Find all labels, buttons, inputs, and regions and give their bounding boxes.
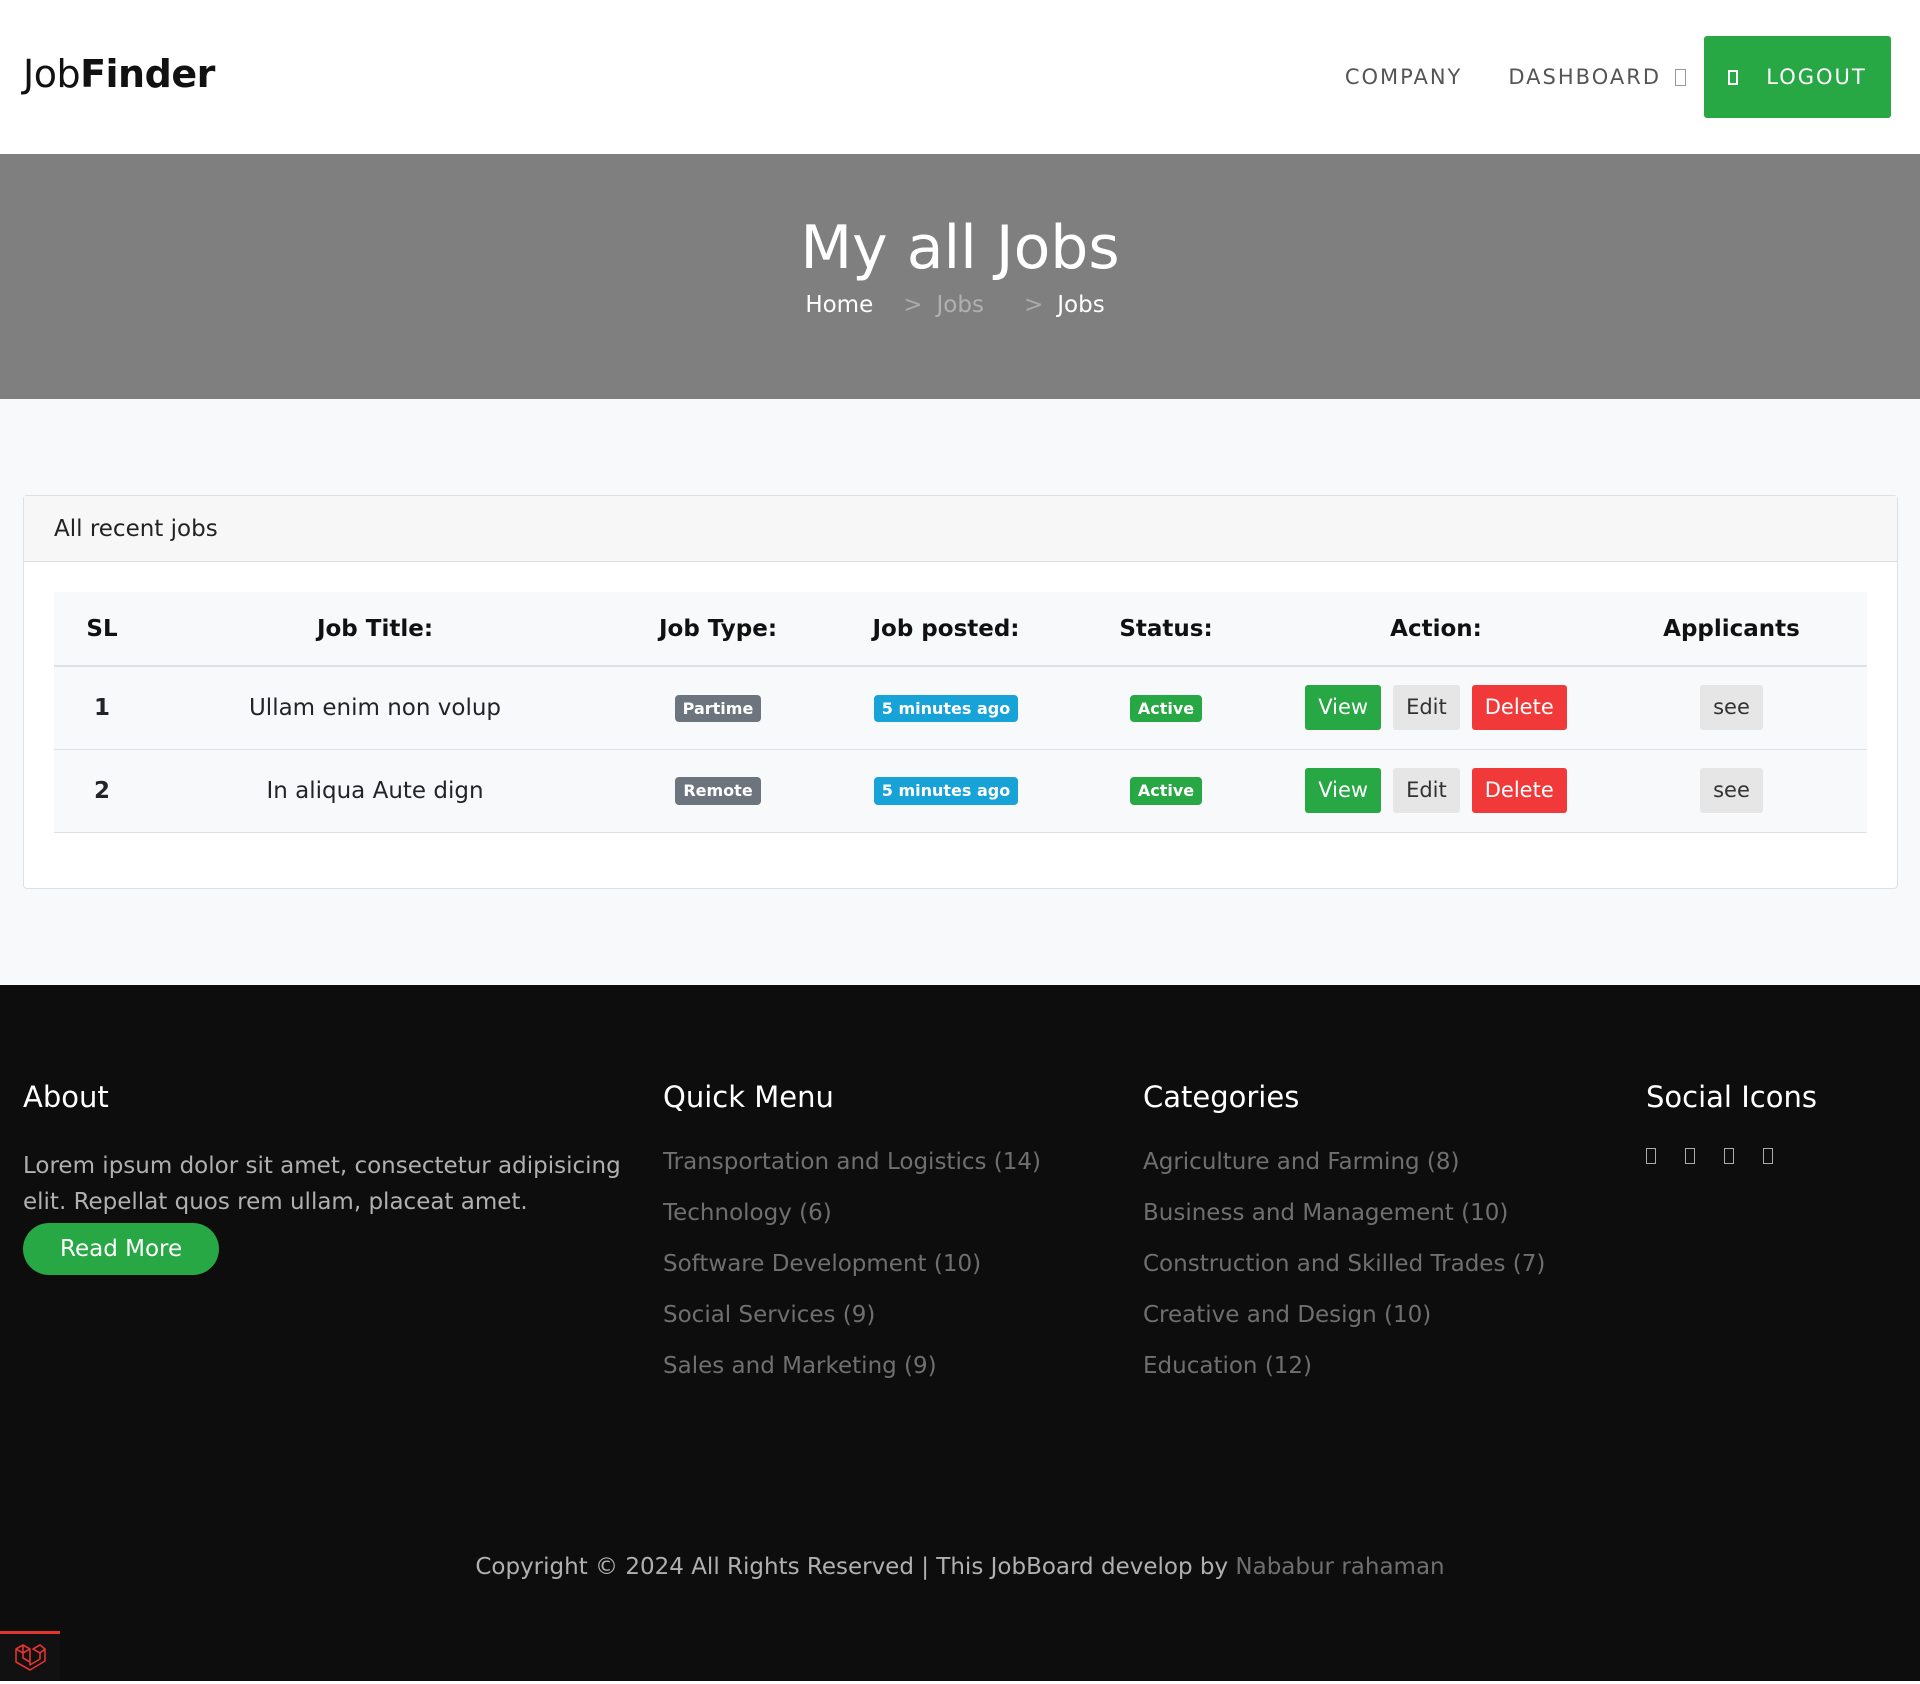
see-applicants-button[interactable]: see [1700, 685, 1763, 731]
col-header-sl: SL [86, 615, 118, 642]
row-posted-cell: 5 minutes ago [836, 666, 1056, 749]
row-job-title: Ullam enim non volup [248, 694, 502, 721]
delete-button[interactable]: Delete [1471, 767, 1567, 814]
nav-company-link[interactable]: COMPANY [1345, 65, 1463, 89]
row-job-title: In aliqua Aute dign [266, 777, 484, 804]
col-header-action: Action: [1390, 615, 1482, 642]
quick-menu-list: Transportation and Logistics (14) Techno… [663, 1148, 1041, 1381]
col-header-status: Status: [1119, 615, 1213, 642]
category-item[interactable]: Business and Management (10) [1143, 1199, 1545, 1228]
posted-time-badge: 5 minutes ago [873, 694, 1019, 722]
row-action-cell: View Edit Delete [1276, 749, 1596, 832]
quick-menu-item[interactable]: Sales and Marketing (9) [663, 1352, 1041, 1381]
breadcrumb-jobs-wrap: > Jobs [893, 292, 994, 318]
nav-dashboard-label: DASHBOARD [1508, 65, 1661, 89]
read-more-button[interactable]: Read More [23, 1223, 220, 1275]
laravel-icon [15, 1644, 46, 1671]
row-status-cell: Active [1056, 666, 1276, 749]
jobs-card: All recent jobs SL Job Title: Job Type: … [23, 495, 1898, 889]
category-item[interactable]: Creative and Design (10) [1143, 1301, 1545, 1330]
row-applicants-cell: see [1596, 666, 1867, 749]
table-row: 1 Ullam enim non volup Partime 5 minutes… [54, 666, 1867, 749]
category-item[interactable]: Construction and Skilled Trades (7) [1143, 1250, 1545, 1279]
row-sl: 2 [93, 777, 110, 804]
footer-social: Social Icons [1646, 1080, 1817, 1164]
social-icon[interactable] [1685, 1148, 1695, 1164]
page-hero: My all Jobs Home > Jobs > Jobs [0, 154, 1920, 399]
footer-about-text: Lorem ipsum dolor sit amet, consectetur … [23, 1153, 621, 1215]
author-link[interactable]: Nababur rahaman [1235, 1554, 1444, 1580]
view-button[interactable]: View [1305, 685, 1382, 731]
edit-button[interactable]: Edit [1393, 767, 1460, 814]
row-action-cell: View Edit Delete [1276, 666, 1596, 749]
top-navbar: JobFinder COMPANY DASHBOARD LOGOUT [0, 0, 1920, 154]
table-row: 2 In aliqua Aute dign Remote 5 minutes a… [54, 749, 1867, 832]
main-nav: COMPANY DASHBOARD LOGOUT [1345, 36, 1891, 118]
col-header-title: Job Title: [316, 615, 434, 642]
job-type-badge: Partime [674, 694, 762, 722]
breadcrumb-current: Jobs [1057, 292, 1105, 318]
quick-menu-item[interactable]: Software Development (10) [663, 1250, 1041, 1279]
row-posted-cell: 5 minutes ago [836, 749, 1056, 832]
footer-quick-menu-heading: Quick Menu [663, 1080, 834, 1114]
brand-bold: Finder [80, 52, 215, 96]
debug-toolbar-toggle[interactable] [0, 1631, 60, 1684]
site-footer: About Lorem ipsum dolor sit amet, consec… [0, 985, 1920, 1684]
row-applicants-cell: see [1596, 749, 1867, 832]
col-header-type: Job Type: [658, 615, 778, 642]
breadcrumb-jobs[interactable]: Jobs [937, 292, 984, 318]
footer-social-heading: Social Icons [1646, 1080, 1817, 1114]
breadcrumb-home[interactable]: Home [805, 292, 873, 318]
copyright: Copyright © 2024 All Rights Reserved | T… [0, 1554, 1920, 1580]
col-header-posted: Job posted: [872, 615, 1020, 642]
delete-button[interactable]: Delete [1471, 685, 1567, 731]
footer-categories: Categories Agriculture and Farming (8) B… [1143, 1080, 1545, 1403]
page-title: My all Jobs [800, 213, 1120, 283]
quick-menu-item[interactable]: Social Services (9) [663, 1301, 1041, 1330]
category-item[interactable]: Agriculture and Farming (8) [1143, 1148, 1545, 1177]
category-item[interactable]: Education (12) [1143, 1352, 1545, 1381]
see-applicants-button[interactable]: see [1700, 767, 1763, 814]
status-badge: Active [1129, 694, 1203, 722]
social-icon[interactable] [1646, 1148, 1656, 1164]
dropdown-icon [1675, 68, 1686, 86]
jobs-table: SL Job Title: Job Type: Job posted: Stat… [54, 592, 1867, 833]
quick-menu-item[interactable]: Transportation and Logistics (14) [663, 1148, 1041, 1177]
quick-menu-item[interactable]: Technology (6) [663, 1199, 1041, 1228]
posted-time-badge: 5 minutes ago [873, 777, 1019, 805]
status-badge: Active [1129, 777, 1203, 805]
edit-button[interactable]: Edit [1393, 685, 1460, 731]
footer-quick-menu: Quick Menu Transportation and Logistics … [663, 1080, 1041, 1403]
brand-logo[interactable]: JobFinder [23, 52, 215, 96]
footer-categories-heading: Categories [1143, 1080, 1300, 1114]
social-icon[interactable] [1724, 1148, 1734, 1164]
job-type-badge: Remote [675, 777, 761, 805]
row-status-cell: Active [1056, 749, 1276, 832]
logout-button[interactable]: LOGOUT [1704, 36, 1891, 118]
brand-light: Job [23, 52, 81, 96]
view-button[interactable]: View [1305, 767, 1382, 814]
breadcrumb: Home > Jobs > Jobs [0, 292, 1920, 318]
logout-label: LOGOUT [1766, 65, 1867, 89]
row-type-cell: Remote [600, 749, 836, 832]
col-header-applicants: Applicants [1663, 615, 1800, 642]
breadcrumb-separator: > [1023, 292, 1044, 318]
row-sl: 1 [93, 694, 110, 721]
row-type-cell: Partime [600, 666, 836, 749]
nav-company-label: COMPANY [1344, 65, 1463, 89]
footer-about-heading: About [23, 1080, 109, 1114]
footer-about: About Lorem ipsum dolor sit amet, consec… [23, 1080, 633, 1275]
copyright-text: Copyright © 2024 All Rights Reserved | T… [475, 1554, 1229, 1580]
card-header: All recent jobs [24, 496, 1897, 562]
nav-dashboard-link[interactable]: DASHBOARD [1508, 65, 1686, 89]
breadcrumb-separator: > [903, 292, 923, 318]
categories-list: Agriculture and Farming (8) Business and… [1143, 1148, 1545, 1381]
logout-icon [1728, 69, 1739, 85]
social-icons [1646, 1148, 1817, 1164]
social-icon[interactable] [1763, 1148, 1773, 1164]
breadcrumb-current-wrap: > Jobs [1014, 292, 1115, 318]
table-header-row: SL Job Title: Job Type: Job posted: Stat… [54, 592, 1867, 666]
card-title: All recent jobs [54, 515, 218, 542]
